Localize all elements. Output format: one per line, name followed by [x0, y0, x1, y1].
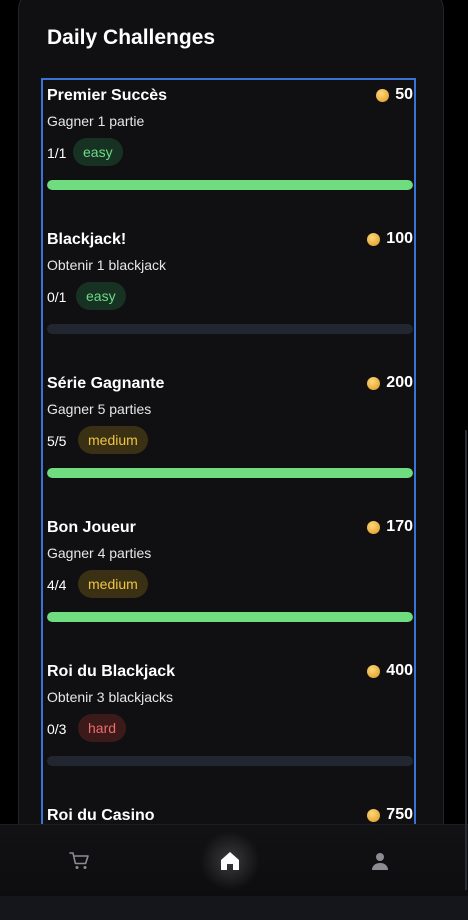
progress-count: 1/1	[47, 145, 67, 161]
progress-bar	[47, 324, 413, 334]
coin-icon	[367, 664, 381, 678]
challenge-reward: 200	[367, 374, 413, 392]
scrollbar[interactable]	[465, 430, 467, 890]
difficulty-badge: medium	[78, 426, 148, 454]
section-title: Daily Challenges	[47, 26, 216, 49]
cart-icon	[69, 852, 89, 869]
progress-bar	[47, 612, 413, 622]
home-icon	[221, 852, 239, 870]
reward-amount: 400	[386, 662, 413, 679]
challenge-name: Roi du Blackjack	[47, 663, 176, 680]
challenge-name: Roi du Casino	[47, 807, 155, 824]
challenge-item[interactable]: Roi du Casino 750	[47, 804, 413, 824]
difficulty-badge: medium	[78, 570, 148, 598]
challenge-description: Gagner 1 partie	[47, 113, 145, 129]
challenge-description: Gagner 5 parties	[47, 401, 152, 417]
challenge-reward: 100	[367, 230, 413, 248]
progress-fill	[47, 180, 413, 190]
challenge-item[interactable]: Roi du Blackjack 400 Obtenir 3 blackjack…	[47, 660, 413, 804]
coin-icon	[367, 376, 381, 390]
progress-count: 4/4	[47, 577, 67, 593]
progress-bar	[47, 180, 413, 190]
coin-icon	[376, 88, 390, 102]
coin-icon	[367, 520, 381, 534]
progress-count: 0/1	[47, 289, 67, 305]
challenge-reward: 170	[367, 518, 413, 536]
challenge-description: Obtenir 1 blackjack	[47, 257, 167, 273]
challenge-item[interactable]: Bon Joueur 170 Gagner 4 parties 4/4 medi…	[47, 516, 413, 660]
challenge-name: Bon Joueur	[47, 519, 136, 536]
challenge-name: Blackjack!	[47, 231, 127, 248]
challenge-reward: 50	[376, 86, 413, 104]
reward-amount: 170	[386, 518, 413, 535]
system-bar	[0, 896, 468, 920]
nav-profile-button[interactable]	[340, 825, 420, 897]
bottom-nav	[0, 824, 468, 897]
progress-fill	[47, 612, 413, 622]
challenge-item[interactable]: Premier Succès 50 Gagner 1 partie 1/1 ea…	[47, 84, 413, 228]
difficulty-badge: hard	[78, 714, 127, 742]
progress-fill	[47, 468, 413, 478]
nav-shop-button[interactable]	[40, 825, 120, 897]
challenge-reward: 750	[367, 806, 413, 824]
difficulty-badge: easy	[73, 138, 123, 166]
nav-home-button[interactable]	[190, 825, 270, 897]
daily-challenges-screen: Daily Challenges Premier Succès 50 Gagne…	[0, 0, 468, 920]
challenge-name: Premier Succès	[47, 87, 168, 104]
challenge-reward: 400	[367, 662, 413, 680]
challenge-item[interactable]: Blackjack! 100 Obtenir 1 blackjack 0/1 e…	[47, 228, 413, 372]
challenge-item[interactable]: Série Gagnante 200 Gagner 5 parties 5/5 …	[47, 372, 413, 516]
coin-icon	[367, 808, 381, 822]
reward-amount: 750	[386, 806, 413, 823]
profile-icon	[372, 853, 388, 870]
progress-bar	[47, 468, 413, 478]
challenge-description: Obtenir 3 blackjacks	[47, 689, 174, 705]
reward-amount: 200	[386, 374, 413, 391]
challenge-list[interactable]: Premier Succès 50 Gagner 1 partie 1/1 ea…	[47, 84, 413, 824]
progress-bar	[47, 756, 413, 766]
coin-icon	[367, 232, 381, 246]
challenge-name: Série Gagnante	[47, 375, 165, 392]
reward-amount: 50	[395, 86, 413, 103]
progress-count: 0/3	[47, 721, 67, 737]
difficulty-badge: easy	[76, 282, 126, 310]
reward-amount: 100	[386, 230, 413, 247]
progress-count: 5/5	[47, 433, 67, 449]
challenge-description: Gagner 4 parties	[47, 545, 152, 561]
